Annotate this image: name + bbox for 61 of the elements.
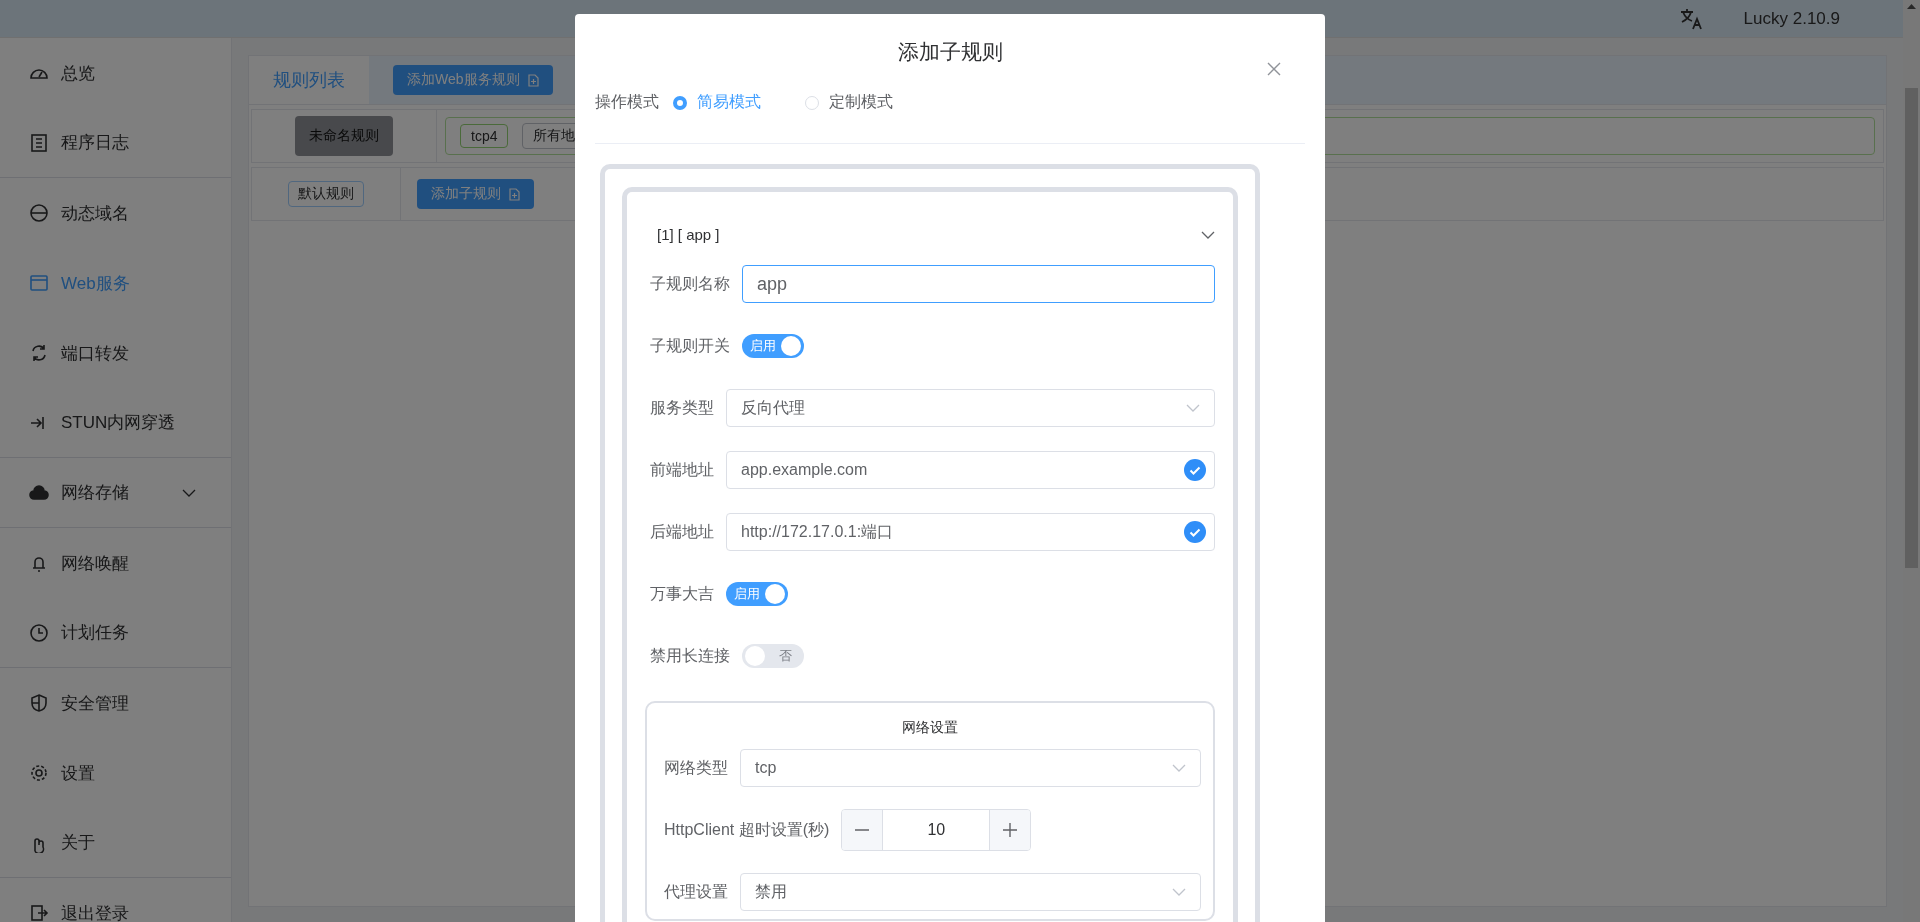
sidebar-item[interactable]: 计划任务 [0, 598, 231, 668]
sidebar-item[interactable]: 退出登录 [0, 878, 231, 922]
logout-icon [29, 903, 49, 922]
mode-radio[interactable]: 定制模式 [805, 92, 893, 113]
field-label: 万事大吉 [650, 583, 714, 604]
name-input-field[interactable]: app [742, 265, 1215, 303]
field-label: 子规则开关 [650, 335, 730, 356]
select-field[interactable]: 禁用 [740, 873, 1201, 911]
field-label: 服务类型 [650, 397, 714, 418]
sidebar-item[interactable]: 端口转发 [0, 318, 231, 388]
clock-icon [29, 622, 49, 643]
settings-icon [29, 763, 49, 783]
select-field[interactable]: 反向代理 [726, 389, 1215, 427]
sidebar-item[interactable]: 网络唤醒 [0, 528, 231, 598]
sidebar-item[interactable]: STUN内网穿透 [0, 388, 231, 458]
app-version: Lucky 2.10.9 [1743, 8, 1840, 29]
sidebar-item[interactable]: 动态域名 [0, 178, 231, 248]
mode-label: 操作模式 [595, 92, 659, 112]
toggle-switch[interactable]: 否 [742, 644, 804, 668]
chevron-down-icon [1201, 230, 1215, 239]
section-title: 网络设置 [901, 719, 959, 737]
refresh-icon [29, 343, 49, 363]
tag: tcp4 [460, 124, 509, 148]
browser-window-icon [29, 273, 49, 293]
chevron-down-icon [1186, 404, 1200, 412]
sidebar-item[interactable]: 设置 [0, 738, 231, 808]
sidebar-item[interactable]: 程序日志 [0, 108, 231, 178]
file-plus-icon [509, 187, 520, 201]
dialog-title: 添加子规则 [896, 39, 1004, 65]
cloud-upload-icon [29, 482, 49, 503]
document-icon [29, 132, 49, 153]
field-label: 前端地址 [650, 459, 714, 480]
subrule-header[interactable]: [1] [ app ] [657, 226, 720, 243]
toggle-switch[interactable]: 启用 [742, 334, 804, 358]
shield-icon [29, 693, 49, 713]
field-label: 网络类型 [664, 757, 728, 778]
sidebar-item[interactable]: 网络存储 [0, 458, 231, 528]
close-icon[interactable] [1267, 62, 1281, 76]
address-input-field[interactable]: app.example.com [726, 451, 1215, 489]
chevron-down-icon [1172, 764, 1186, 772]
chevron-down-icon [1172, 888, 1186, 896]
field-label: 后端地址 [650, 521, 714, 542]
mode-radio[interactable]: 简易模式 [673, 92, 761, 113]
field-label: 代理设置 [664, 881, 728, 902]
select-field[interactable]: tcp [740, 749, 1201, 787]
file-plus-icon [527, 73, 539, 87]
field-label: 禁用长连接 [650, 645, 730, 666]
address-input-field[interactable]: http://172.17.0.1:端口 [726, 513, 1215, 551]
sidebar-item[interactable]: 关于 [0, 808, 231, 878]
rule-tag: 默认规则 [288, 181, 364, 207]
sidebar-item[interactable]: 安全管理 [0, 668, 231, 738]
translate-icon[interactable] [1679, 7, 1704, 30]
toggle-switch[interactable]: 启用 [726, 582, 788, 606]
plus-icon [1003, 823, 1018, 837]
sidebar-item[interactable]: 总览 [0, 38, 231, 108]
field-label: HttpClient 超时设置(秒) [664, 819, 830, 840]
field-label: 子规则名称 [650, 273, 730, 294]
increment-button[interactable] [990, 810, 1031, 850]
minus-icon [855, 829, 870, 831]
chevron-down-icon [182, 488, 196, 497]
globe-icon [29, 203, 49, 223]
